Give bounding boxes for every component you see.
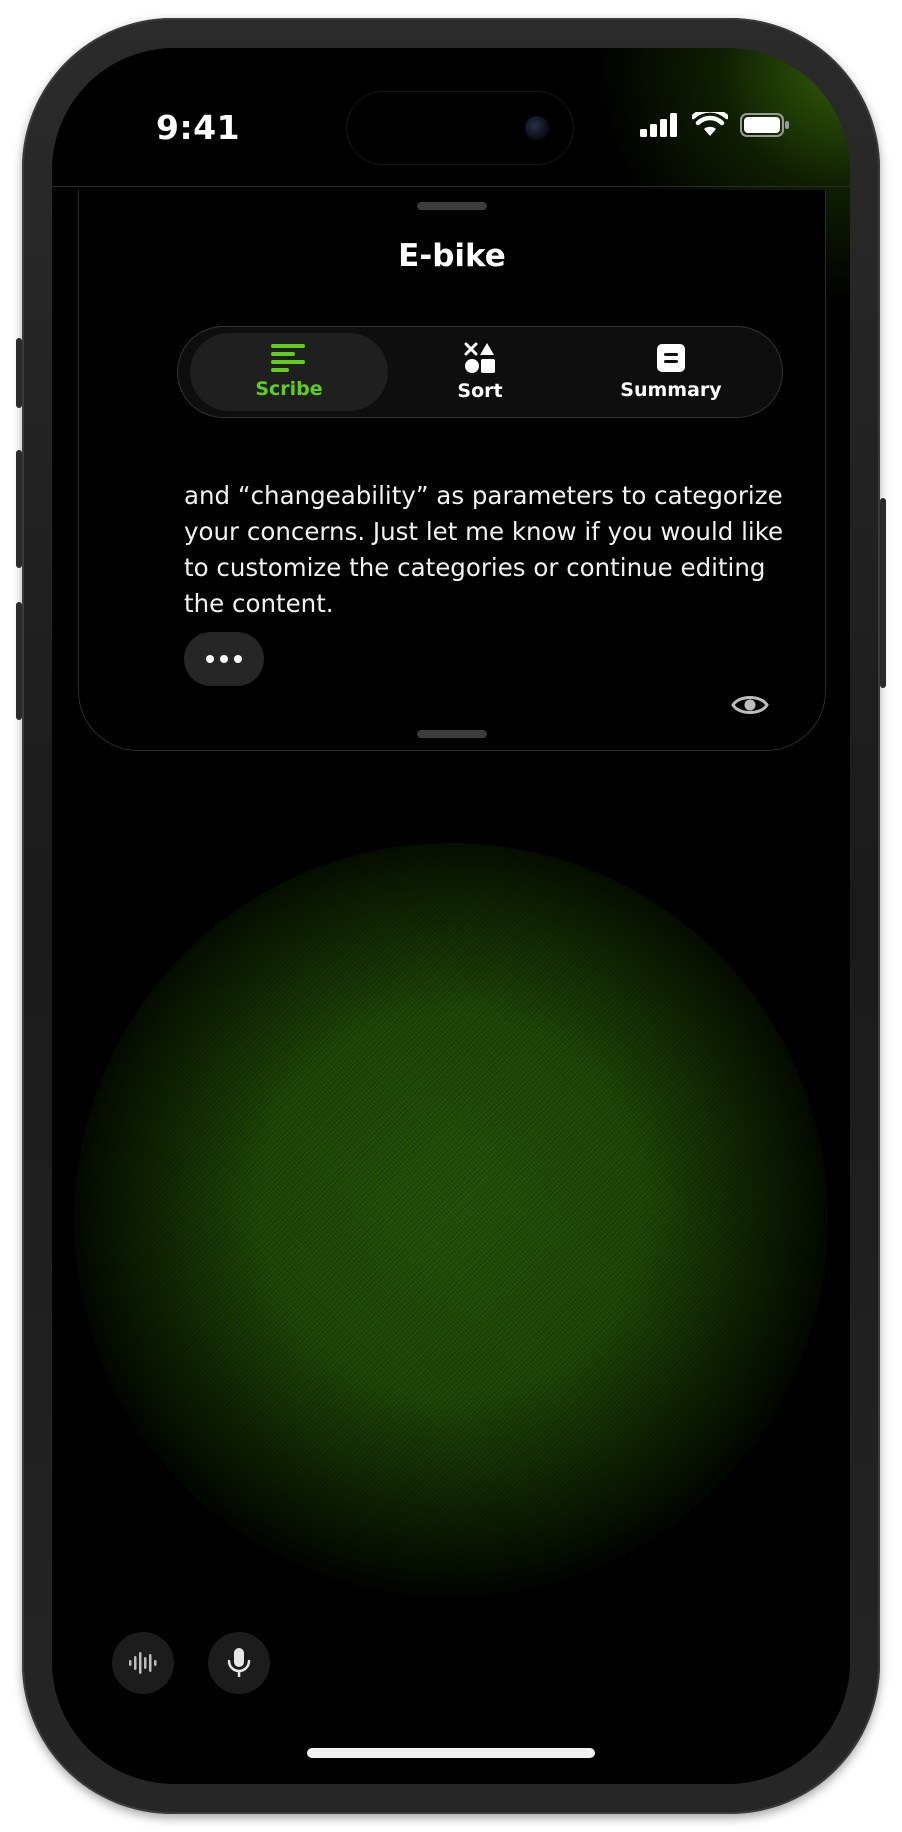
eye-icon[interactable] (731, 692, 769, 718)
ellipsis-icon (206, 655, 214, 663)
action-button (16, 338, 22, 408)
tab-label: Summary (620, 379, 722, 401)
ellipsis-icon (234, 655, 242, 663)
cellular-signal-icon (640, 113, 677, 137)
phone-frame: 9:41 E-bike Scribe Sort Summary and “cha… (16, 18, 886, 1814)
message-line: and “changeability” as parameters to cat… (184, 481, 783, 510)
status-icons (640, 112, 790, 138)
wifi-icon (692, 112, 728, 136)
screen: 9:41 E-bike Scribe Sort Summary and “cha… (52, 48, 850, 1784)
sheet-title: E-bike (398, 238, 506, 274)
tab-label: Sort (457, 380, 503, 402)
conversation-sheet: E-bike Scribe Sort Summary and “changeab… (78, 190, 826, 751)
microphone-button[interactable] (208, 1632, 270, 1694)
document-icon (657, 344, 685, 372)
more-options-button[interactable] (184, 632, 264, 686)
message-line: to customize the categories or continue … (184, 553, 766, 582)
dynamic-island (347, 92, 573, 164)
sheet-grabber-top[interactable] (417, 202, 487, 210)
waveform-button[interactable] (112, 1632, 174, 1694)
shapes-icon (464, 342, 495, 373)
mode-segmented-control: Scribe Sort Summary (177, 326, 783, 418)
message-line: the content. (184, 589, 334, 618)
home-indicator[interactable] (307, 1748, 595, 1758)
tab-scribe[interactable]: Scribe (190, 333, 388, 411)
tab-summary[interactable]: Summary (572, 333, 770, 411)
sheet-grabber-bottom[interactable] (417, 730, 487, 738)
power-button (880, 498, 886, 688)
camera-icon (525, 116, 549, 140)
lines-icon (271, 344, 305, 372)
tab-sort[interactable]: Sort (381, 333, 579, 411)
ellipsis-icon (220, 655, 228, 663)
header-divider (52, 186, 850, 187)
message-line: your concerns. Just let me know if you w… (184, 517, 784, 546)
volume-down-button (16, 602, 22, 720)
voice-orb-texture (74, 843, 828, 1597)
status-time: 9:41 (156, 108, 241, 147)
tab-label: Scribe (255, 378, 323, 400)
volume-up-button (16, 450, 22, 568)
battery-icon (740, 113, 789, 137)
microphone-icon (227, 1648, 251, 1677)
waveform-icon (129, 1652, 157, 1674)
assistant-message: and “changeability” as parameters to cat… (184, 478, 784, 622)
